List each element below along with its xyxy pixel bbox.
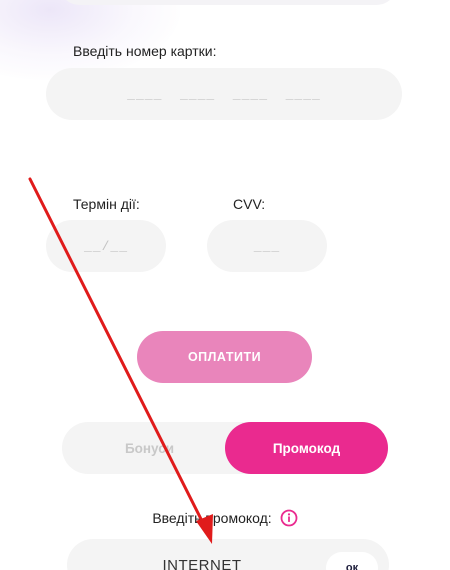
- tab-bonus[interactable]: Бонуси: [62, 422, 225, 474]
- payment-page: Введіть номер картки: ____ ____ ____ ___…: [0, 0, 450, 570]
- cvv-input[interactable]: ___: [207, 220, 327, 272]
- bonus-promo-switch: Бонуси Промокод: [62, 422, 388, 474]
- promo-code-value[interactable]: INTERNET: [67, 557, 337, 570]
- pay-button[interactable]: ОПЛАТИТИ: [137, 331, 312, 383]
- top-card-edge: [58, 0, 398, 5]
- expiry-label: Термін дії:: [73, 196, 140, 212]
- cvv-label: CVV:: [233, 196, 266, 212]
- promo-label-row: Введіть промокод:: [0, 509, 450, 527]
- promo-label: Введіть промокод:: [152, 510, 272, 526]
- promo-code-field[interactable]: INTERNET ок: [67, 539, 389, 570]
- card-number-input[interactable]: ____ ____ ____ ____: [46, 68, 402, 120]
- card-number-label: Введіть номер картки:: [73, 43, 217, 59]
- expiry-input[interactable]: __/__: [46, 220, 166, 272]
- ok-button[interactable]: ок: [326, 552, 378, 570]
- tab-promo[interactable]: Промокод: [225, 422, 388, 474]
- info-circle-icon[interactable]: [280, 509, 298, 527]
